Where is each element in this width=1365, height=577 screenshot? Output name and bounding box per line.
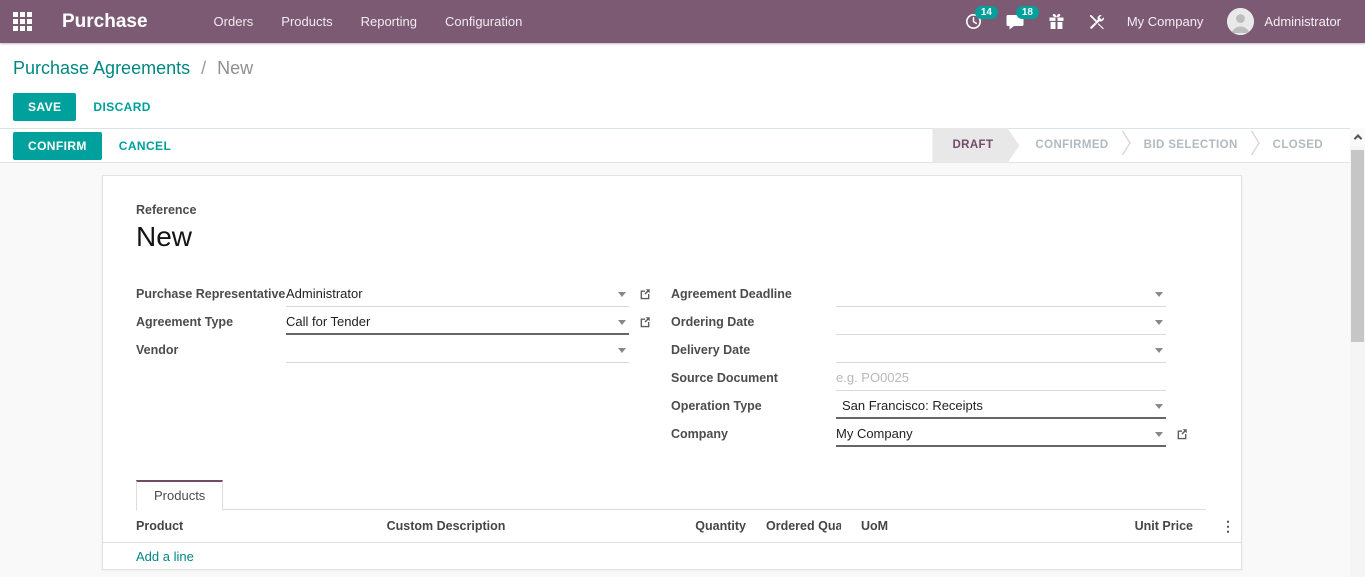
confirm-button[interactable]: CONFIRM [13, 132, 102, 160]
breadcrumb-parent-link[interactable]: Purchase Agreements [13, 58, 190, 78]
field-purchase-representative: Purchase Representative [136, 281, 653, 307]
column-ordered-quantity: Ordered Qua… [746, 519, 841, 533]
field-vendor: Vendor [136, 337, 653, 363]
nav-reporting[interactable]: Reporting [347, 0, 431, 43]
dropdown-caret-icon[interactable] [1155, 292, 1163, 297]
tab-products[interactable]: Products [136, 480, 223, 511]
column-uom: UoM [841, 519, 921, 533]
agreement-deadline-input[interactable] [836, 281, 1166, 305]
dropdown-caret-icon[interactable] [1155, 404, 1163, 409]
scrollbar[interactable] [1350, 128, 1365, 577]
scrollbar-thumb[interactable] [1351, 150, 1364, 342]
operation-type-select[interactable] [836, 393, 1166, 417]
dropdown-caret-icon[interactable] [618, 292, 626, 297]
company-input[interactable] [836, 421, 1166, 445]
status-step-draft[interactable]: DRAFT [932, 128, 1019, 163]
statusbar: DRAFT CONFIRMED BID SELECTION CLOSED [932, 128, 1339, 163]
delivery-date-input[interactable] [836, 337, 1166, 361]
form-view: Reference New Purchase Representative Ag… [0, 175, 1365, 577]
field-company: Company [671, 421, 1206, 447]
delivery-date-label: Delivery Date [671, 337, 836, 358]
field-agreement-type: Agreement Type [136, 309, 653, 335]
optional-columns-icon[interactable]: ⋮ [1211, 518, 1241, 535]
field-delivery-date: Delivery Date [671, 337, 1206, 363]
discard-button[interactable]: DISCARD [93, 100, 150, 114]
purchase-representative-input[interactable] [286, 281, 629, 305]
external-link-icon[interactable] [638, 287, 652, 306]
nav-products[interactable]: Products [267, 0, 346, 43]
ordering-date-input[interactable] [836, 309, 1166, 333]
form-statusbar-row: CONFIRM CANCEL DRAFT CONFIRMED BID SELEC… [0, 128, 1365, 163]
dropdown-caret-icon[interactable] [618, 320, 626, 325]
user-avatar-icon[interactable] [1227, 8, 1254, 35]
reference-label: Reference [136, 203, 1206, 217]
dropdown-caret-icon[interactable] [618, 348, 626, 353]
dropdown-caret-icon[interactable] [1155, 432, 1163, 437]
column-product: Product [136, 519, 371, 533]
agreement-deadline-label: Agreement Deadline [671, 281, 836, 302]
column-unit-price: Unit Price [921, 519, 1211, 533]
field-agreement-deadline: Agreement Deadline [671, 281, 1206, 307]
notebook-tabs: Products [136, 479, 1206, 510]
vendor-label: Vendor [136, 337, 286, 358]
app-name[interactable]: Purchase [62, 11, 148, 33]
operation-type-label: Operation Type [671, 393, 836, 414]
purchase-representative-label: Purchase Representative [136, 281, 286, 302]
systray: 14 18 My Company Administrator [953, 0, 1351, 43]
source-document-label: Source Document [671, 365, 836, 386]
wrench-icon [1089, 14, 1105, 30]
control-panel-buttons: SAVE DISCARD [13, 93, 1365, 121]
gift-icon [1048, 13, 1065, 30]
table-row: Add a line [103, 543, 1241, 569]
dropdown-caret-icon[interactable] [1155, 348, 1163, 353]
form-sheet: Reference New Purchase Representative Ag… [102, 175, 1242, 570]
right-field-column: Agreement Deadline Ordering Date Deliver… [671, 281, 1206, 449]
source-document-input[interactable] [836, 365, 1166, 389]
nav-configuration[interactable]: Configuration [431, 0, 536, 43]
external-link-icon[interactable] [638, 315, 652, 334]
apps-menu-icon[interactable] [13, 12, 32, 31]
agreement-type-input[interactable] [286, 309, 629, 333]
column-quantity: Quantity [521, 519, 746, 533]
left-field-column: Purchase Representative Agreement Type [136, 281, 653, 449]
save-button[interactable]: SAVE [13, 93, 76, 121]
messages-button[interactable]: 18 [994, 0, 1036, 43]
field-grid: Purchase Representative Agreement Type [136, 281, 1206, 449]
top-navbar: Purchase Orders Products Reporting Confi… [0, 0, 1365, 43]
activities-button[interactable]: 14 [953, 0, 994, 43]
main-menu: Orders Products Reporting Configuration [200, 0, 537, 43]
status-step-bid-selection[interactable]: BID SELECTION [1128, 128, 1254, 163]
tools-button[interactable] [1077, 0, 1117, 43]
reference-value[interactable]: New [136, 221, 1206, 253]
ordering-date-label: Ordering Date [671, 309, 836, 330]
company-label: Company [671, 421, 836, 442]
products-table-header: Product Custom Description Quantity Orde… [103, 510, 1241, 543]
dropdown-caret-icon[interactable] [1155, 320, 1163, 325]
user-menu[interactable]: Administrator [1254, 14, 1351, 29]
external-link-icon[interactable] [1175, 427, 1189, 446]
rewards-button[interactable] [1036, 0, 1077, 43]
control-panel: Purchase Agreements / New SAVE DISCARD [0, 43, 1365, 128]
breadcrumb-separator: / [201, 58, 206, 78]
breadcrumb: Purchase Agreements / New [13, 58, 1365, 79]
scroll-up-button[interactable] [1350, 128, 1365, 146]
add-a-line-link[interactable]: Add a line [136, 549, 194, 564]
cancel-button[interactable]: CANCEL [119, 139, 171, 153]
company-switcher[interactable]: My Company [1117, 14, 1214, 29]
breadcrumb-current: New [217, 58, 253, 78]
status-step-confirmed[interactable]: CONFIRMED [1019, 128, 1124, 163]
nav-orders[interactable]: Orders [200, 0, 268, 43]
field-ordering-date: Ordering Date [671, 309, 1206, 335]
chevron-up-icon [1353, 134, 1361, 142]
agreement-type-label: Agreement Type [136, 309, 286, 330]
vendor-input[interactable] [286, 337, 629, 361]
column-custom-description: Custom Description [371, 519, 521, 533]
field-operation-type: Operation Type [671, 393, 1206, 419]
status-step-closed[interactable]: CLOSED [1257, 128, 1339, 163]
field-source-document: Source Document [671, 365, 1206, 391]
